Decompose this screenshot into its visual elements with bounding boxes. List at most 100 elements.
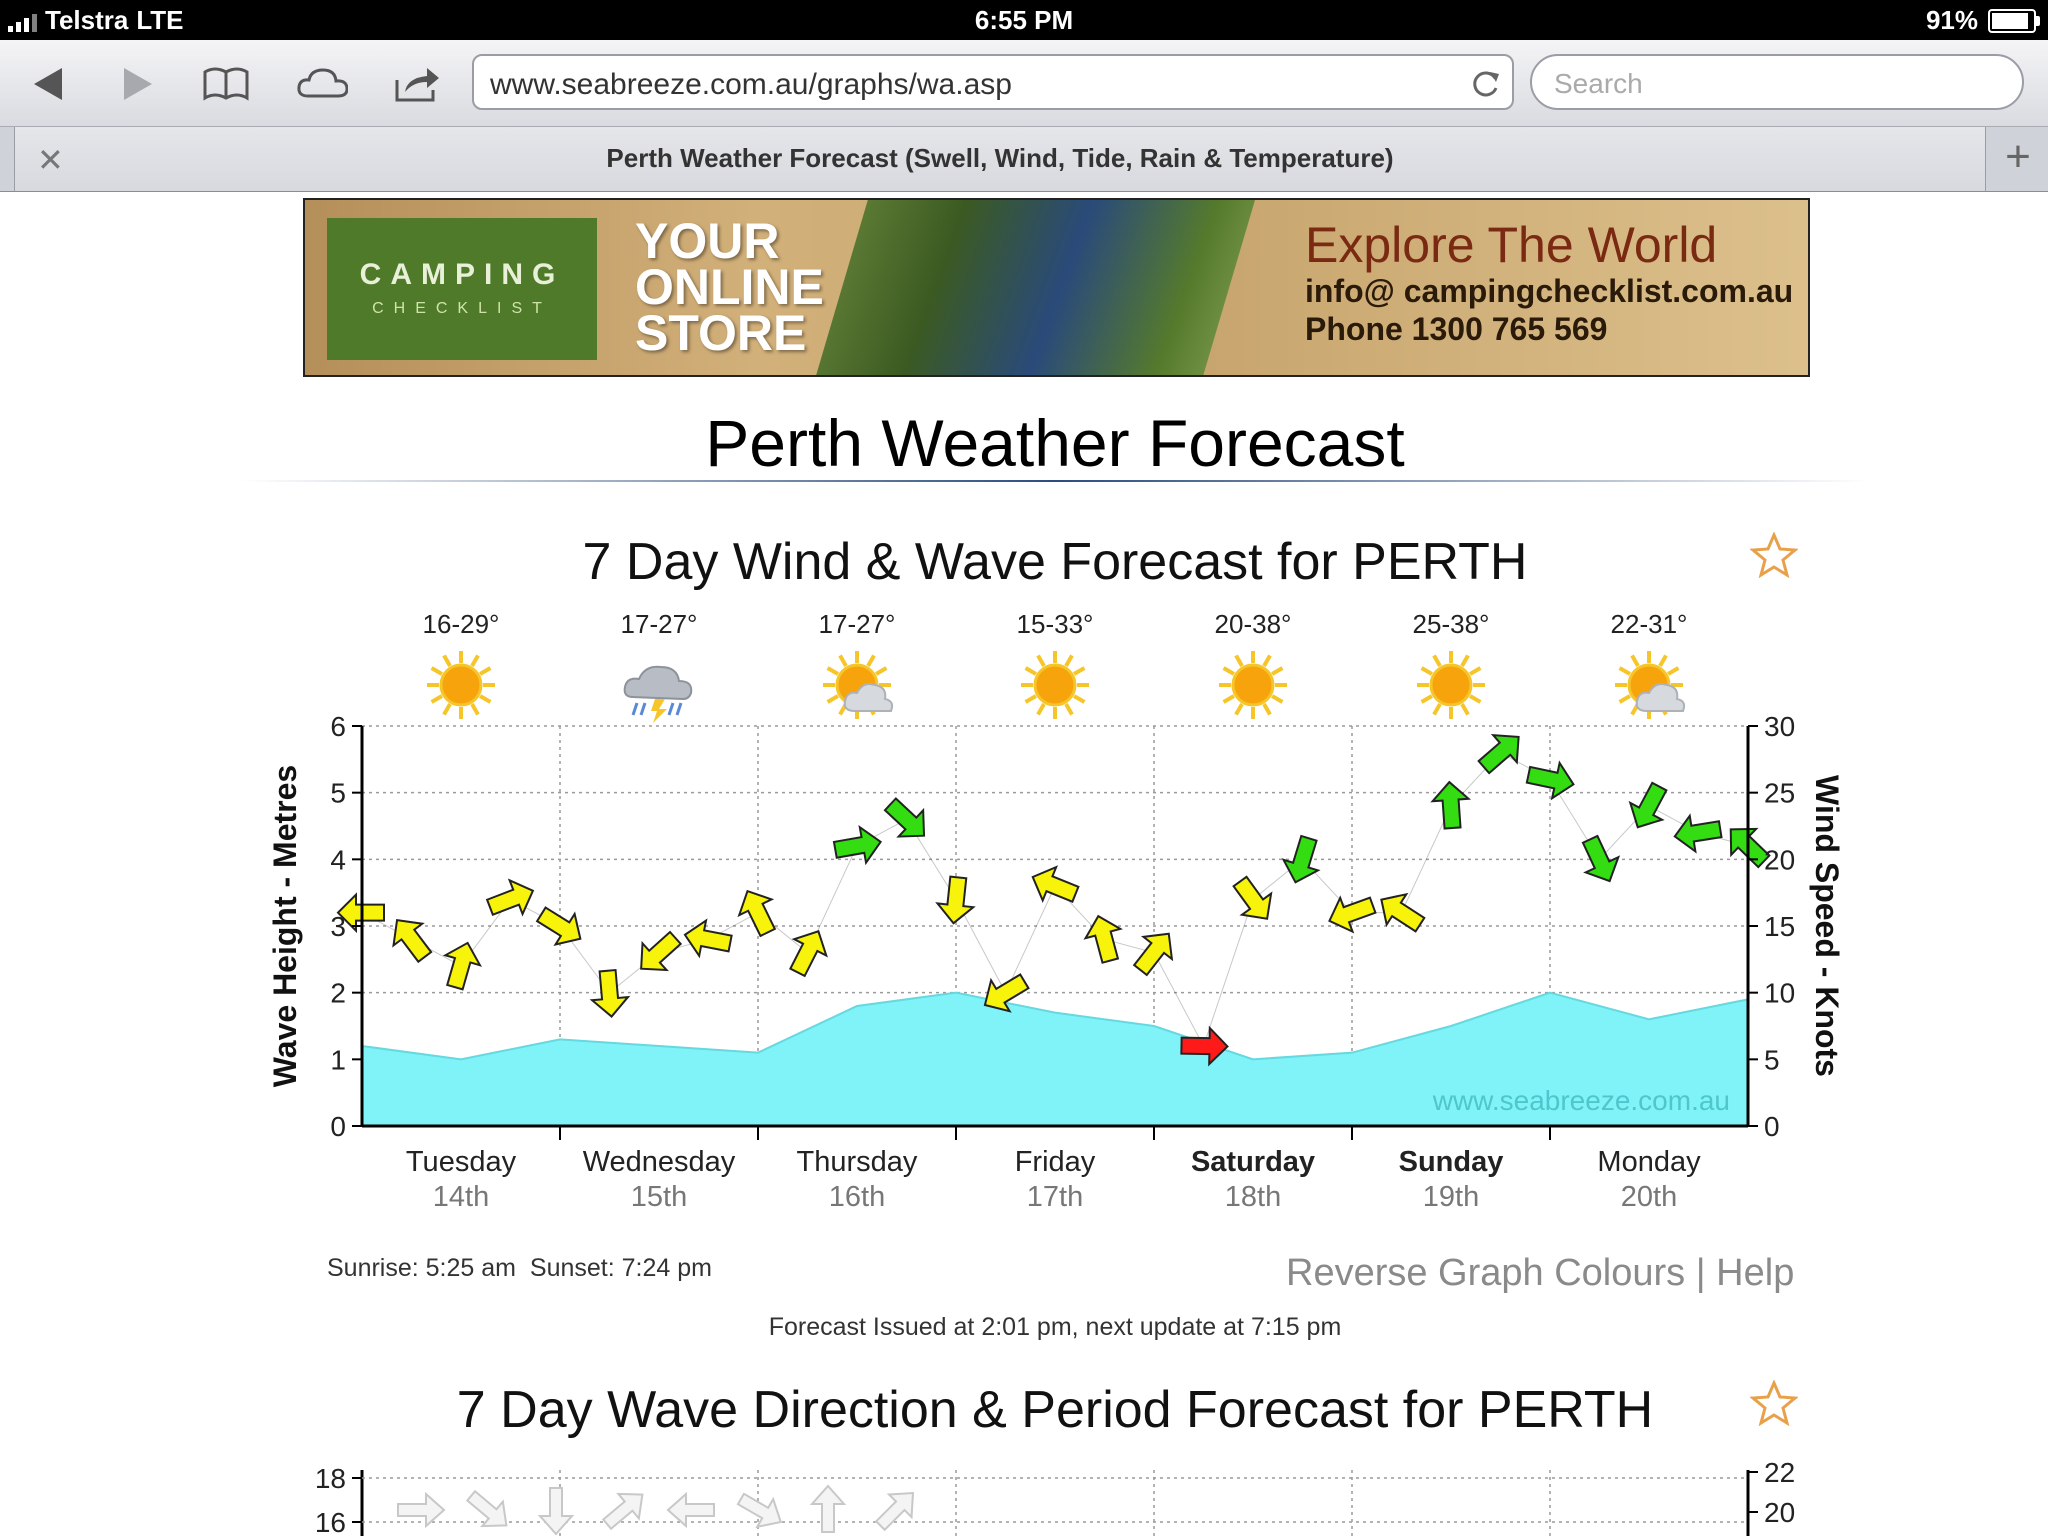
ad-logo-line1: CAMPING <box>359 258 565 291</box>
wave-direction-arrow <box>736 1492 783 1529</box>
ad-logo-line2: CHECKLIST <box>372 300 552 317</box>
forward-button[interactable] <box>112 58 164 110</box>
y2-tick-label: 0 <box>1764 1111 1780 1142</box>
day-label: Sunday <box>1399 1146 1504 1178</box>
wind-arrow <box>442 941 483 991</box>
wind-arrow <box>1673 813 1723 854</box>
sun-icon <box>1417 651 1485 719</box>
date-label: 16th <box>829 1181 885 1213</box>
ad-store-line: STORE <box>635 305 807 361</box>
day-label: Thursday <box>797 1146 918 1178</box>
wave-direction-arrow <box>601 1492 644 1531</box>
ad-store-line: ONLINE <box>635 259 824 315</box>
y-tick-label: 6 <box>330 711 346 742</box>
browser-toolbar: www.seabreeze.com.au/graphs/wa.asp Searc… <box>0 40 2048 127</box>
date-label: 15th <box>631 1181 687 1213</box>
ad-store-line: YOUR <box>635 213 780 269</box>
favorite-star-icon[interactable] <box>1750 1380 1798 1426</box>
ad-contact: info@ campingchecklist.com.au Phone 1300… <box>1305 272 1793 348</box>
date-label: 18th <box>1225 1181 1281 1213</box>
y2-tick-label: 25 <box>1764 778 1795 809</box>
ad-photo <box>815 200 1255 375</box>
day-label: Saturday <box>1191 1146 1315 1178</box>
cloud-icon <box>297 68 348 98</box>
back-button[interactable] <box>22 58 74 110</box>
day-label: Monday <box>1597 1146 1701 1178</box>
wind-arrow <box>1477 733 1520 775</box>
status-bar: Telstra LTE 6:55 PM 91% <box>0 0 2048 40</box>
y2-tick-label: 22 <box>1764 1457 1795 1488</box>
date-label: 19th <box>1423 1181 1479 1213</box>
wind-wave-chart: www.seabreeze.com.au 0 1 2 3 4 5 6 0 5 10 15 20 25 30 W… <box>267 609 1845 1213</box>
search-field[interactable]: Search <box>1530 54 2024 110</box>
ad-store-text: YOUR ONLINE STORE <box>635 213 824 361</box>
new-tab-button[interactable]: + <box>1988 127 2048 191</box>
wind-arrow <box>1281 834 1321 884</box>
storm-cloud-icon <box>623 665 693 723</box>
wind-arrow <box>935 875 976 925</box>
title-divider <box>240 480 1870 482</box>
sun-icon <box>1219 651 1287 719</box>
wave-direction-arrow <box>537 1487 575 1536</box>
sun-icon <box>427 651 495 719</box>
temp-range: 17-27° <box>819 609 896 639</box>
active-tab[interactable]: ✕ Perth Weather Forecast (Swell, Wind, T… <box>14 127 1986 191</box>
bookmarks-button[interactable] <box>200 58 252 110</box>
reload-icon[interactable] <box>1468 66 1502 100</box>
date-label: 17th <box>1027 1181 1083 1213</box>
link-separator: | <box>1695 1252 1706 1294</box>
temp-range: 25-38° <box>1413 609 1490 639</box>
wind-arrow <box>1328 895 1377 934</box>
sunrise-text: Sunrise: 5:25 am <box>327 1254 516 1282</box>
partly-cloudy-icon <box>823 651 894 719</box>
wind-arrow <box>392 919 433 964</box>
share-icon <box>395 68 439 102</box>
ad-logo: CAMPING CHECKLIST <box>327 218 597 360</box>
wind-arrow <box>683 918 733 959</box>
temp-range: 20-38° <box>1215 609 1292 639</box>
partly-cloudy-icon <box>1615 651 1686 719</box>
tab-bar: ✕ Perth Weather Forecast (Swell, Wind, T… <box>0 127 2048 192</box>
wind-arrow <box>789 930 828 978</box>
y2-tick-label: 20 <box>1764 1497 1795 1528</box>
temp-range: 15-33° <box>1017 609 1094 639</box>
wind-arrow <box>883 797 926 838</box>
chart2-title: 7 Day Wave Direction & Period Forecast f… <box>456 1381 1654 1439</box>
book-icon <box>203 67 249 101</box>
wind-arrow <box>589 968 631 1018</box>
share-button[interactable] <box>392 58 444 110</box>
wind-arrow <box>1430 780 1472 830</box>
wind-arrow <box>1232 875 1273 920</box>
wind-arrow <box>1525 760 1575 801</box>
y2-tick-label: 10 <box>1764 978 1795 1009</box>
day-label: Wednesday <box>583 1146 736 1178</box>
temp-range: 16-29° <box>423 609 500 639</box>
ad-email: info@ campingchecklist.com.au <box>1305 273 1794 309</box>
page-title: Perth Weather Forecast <box>705 406 1405 480</box>
back-arrow-icon <box>34 68 62 100</box>
y-tick-label: 4 <box>330 844 346 875</box>
y-tick-label: 16 <box>315 1507 346 1536</box>
watermark: www.seabreeze.com.au <box>1432 1085 1730 1116</box>
graph-links: Reverse Graph Colours | Help <box>1286 1252 1794 1295</box>
y-tick-label: 0 <box>330 1111 346 1142</box>
help-link[interactable]: Help <box>1716 1252 1794 1294</box>
wind-arrow <box>1581 834 1621 883</box>
date-label: 20th <box>1621 1181 1677 1213</box>
address-bar[interactable]: www.seabreeze.com.au/graphs/wa.asp <box>472 54 1514 110</box>
temp-range: 22-31° <box>1611 609 1688 639</box>
reverse-colours-link[interactable]: Reverse Graph Colours <box>1286 1252 1685 1294</box>
y-tick-label: 18 <box>315 1463 346 1494</box>
ad-banner[interactable]: CAMPING CHECKLIST YOUR ONLINE STORE Expl… <box>303 198 1810 377</box>
icloud-tabs-button[interactable] <box>296 58 348 110</box>
wave-direction-chart: 18 16 22 20 <box>315 1457 1795 1536</box>
y2-tick-label: 5 <box>1764 1044 1780 1075</box>
y-tick-label: 2 <box>330 978 346 1009</box>
y-tick-label: 3 <box>330 911 346 942</box>
favorite-star-icon[interactable] <box>1750 532 1798 578</box>
wind-arrow <box>832 825 883 866</box>
wind-arrow <box>1380 892 1426 933</box>
y-tick-label: 1 <box>330 1044 346 1075</box>
wind-arrow <box>640 930 683 972</box>
wave-direction-arrow <box>397 1491 446 1529</box>
